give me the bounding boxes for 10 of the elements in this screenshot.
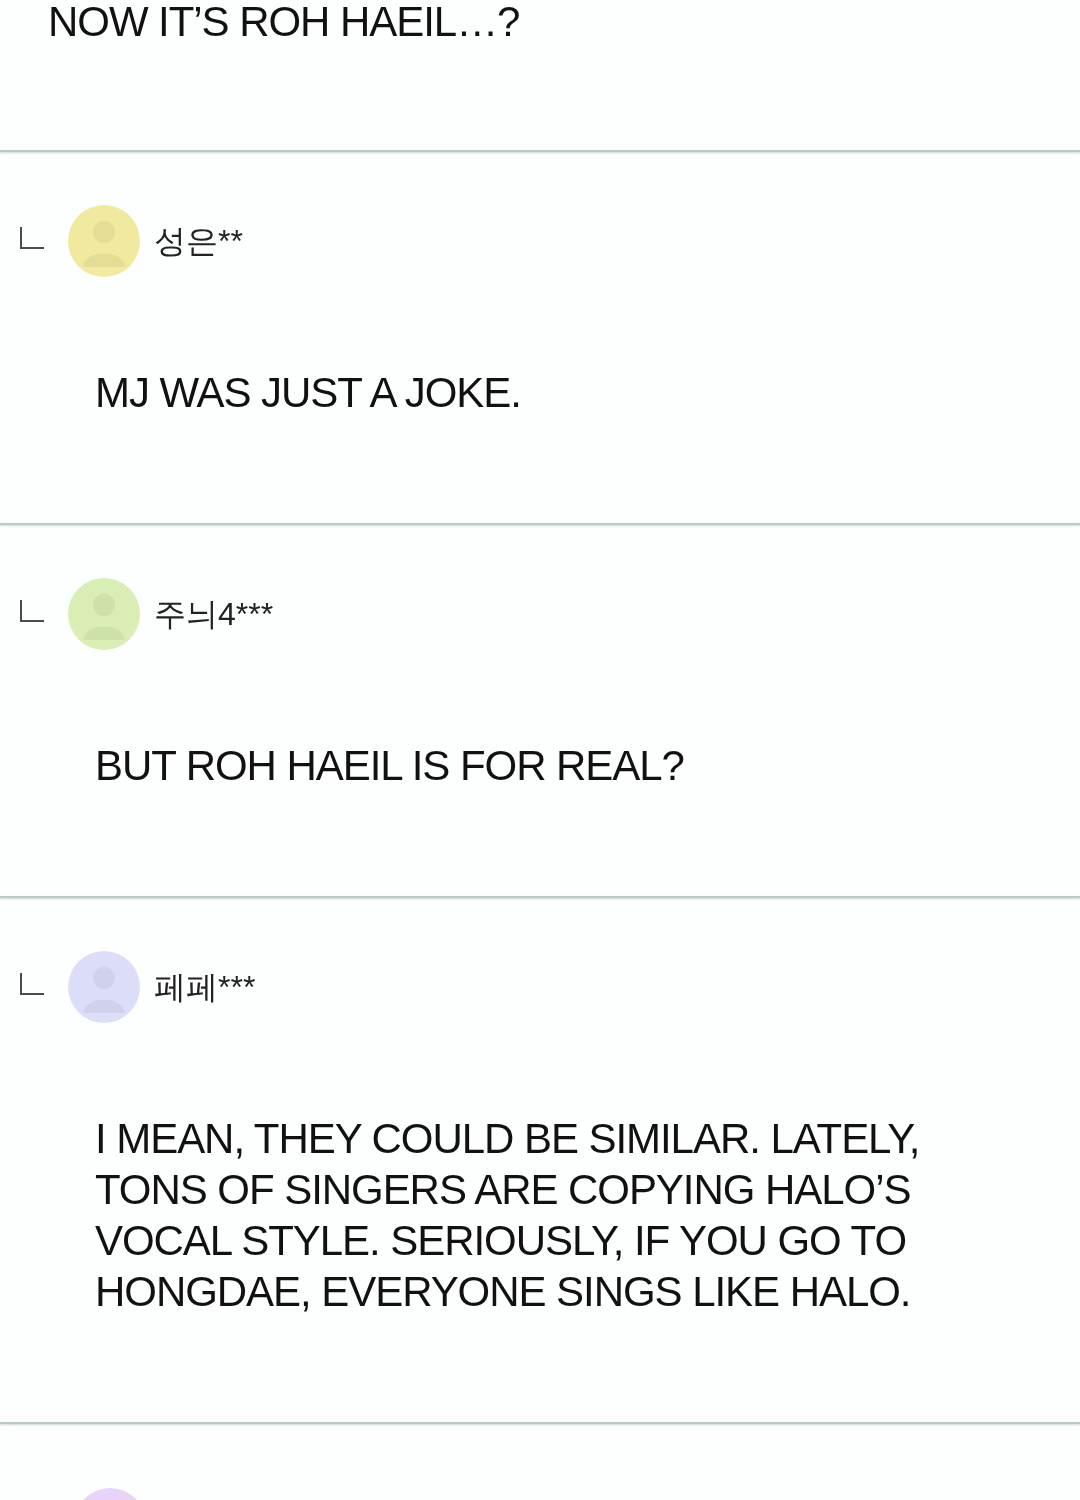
comment-text: I MEAN, THEY COULD BE SIMILAR. LATELY, TONS OF SINGERS ARE COPYING HALO’S VOCAL STYLE. SERIOUSLY, IF YOU GO TO HONGDAE, EVERYONE SINGS LIKE HALO. bbox=[95, 1114, 921, 1317]
reply-corner-icon bbox=[20, 600, 44, 622]
comment-text: MJ WAS JUST A JOKE. bbox=[95, 368, 521, 418]
comment-text: BUT ROH HAEIL IS FOR REAL? bbox=[95, 741, 684, 791]
username: 성은** bbox=[154, 222, 243, 261]
username: 주늬4*** bbox=[154, 595, 274, 634]
reply-corner-icon bbox=[20, 973, 44, 995]
comment-text: NOW IT’S ROH HAEIL…? bbox=[48, 0, 520, 44]
reply-corner-icon bbox=[20, 227, 44, 249]
username: 페페*** bbox=[154, 968, 256, 1007]
